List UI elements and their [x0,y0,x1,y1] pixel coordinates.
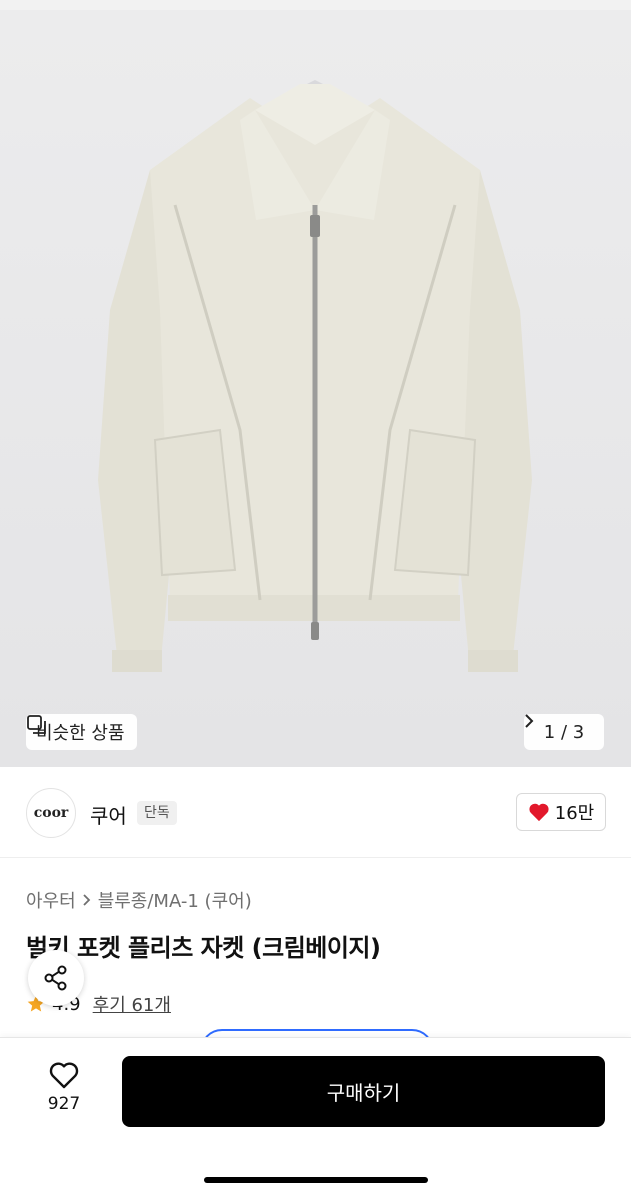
similar-products-label: 비슷한 상품 [36,723,125,744]
jacket-image [98,80,532,672]
similar-icon [27,715,46,734]
divider [0,857,631,858]
heart-outline-icon [49,1062,79,1089]
similar-products-button[interactable]: 비슷한 상품 [26,714,137,750]
wishlist-button[interactable]: 927 [30,1060,98,1114]
chevron-right-icon [525,714,534,728]
image-pager[interactable]: 1 / 3 [524,714,604,750]
chevron-right-icon [83,894,90,906]
buy-button-label: 구매하기 [326,1081,401,1105]
pager-text: 1 / 3 [543,721,585,743]
brand-name[interactable]: 쿠어 [90,800,127,829]
breadcrumb-subcategory[interactable]: 블루종/MA-1 (쿠어) [98,887,252,913]
brand-logo-text: coor [33,805,69,821]
brand-like-button[interactable]: 16만 [516,793,606,831]
exclusive-badge: 단독 [137,801,177,825]
brand-like-count: 16만 [554,803,595,824]
breadcrumb-category[interactable]: 아우터 [26,887,76,913]
product-image[interactable]: 비슷한 상품 1 / 3 [0,10,631,767]
status-bar [0,0,631,10]
buy-button[interactable]: 구매하기 [122,1056,605,1127]
brand-row[interactable]: coor 쿠어 단독 16만 [0,767,631,857]
review-count-link[interactable]: 후기 61개 [93,991,171,1017]
brand-logo[interactable]: coor [26,788,76,838]
heart-icon [529,803,549,822]
wishlist-count: 927 [47,1094,81,1114]
product-title: 벌키 포켓 플리츠 자켓 (크림베이지) [26,934,381,962]
share-button[interactable] [28,950,84,1006]
breadcrumb: 아우터 블루종/MA-1 (쿠어) [26,887,252,913]
home-indicator [204,1177,428,1183]
share-icon [44,965,67,991]
